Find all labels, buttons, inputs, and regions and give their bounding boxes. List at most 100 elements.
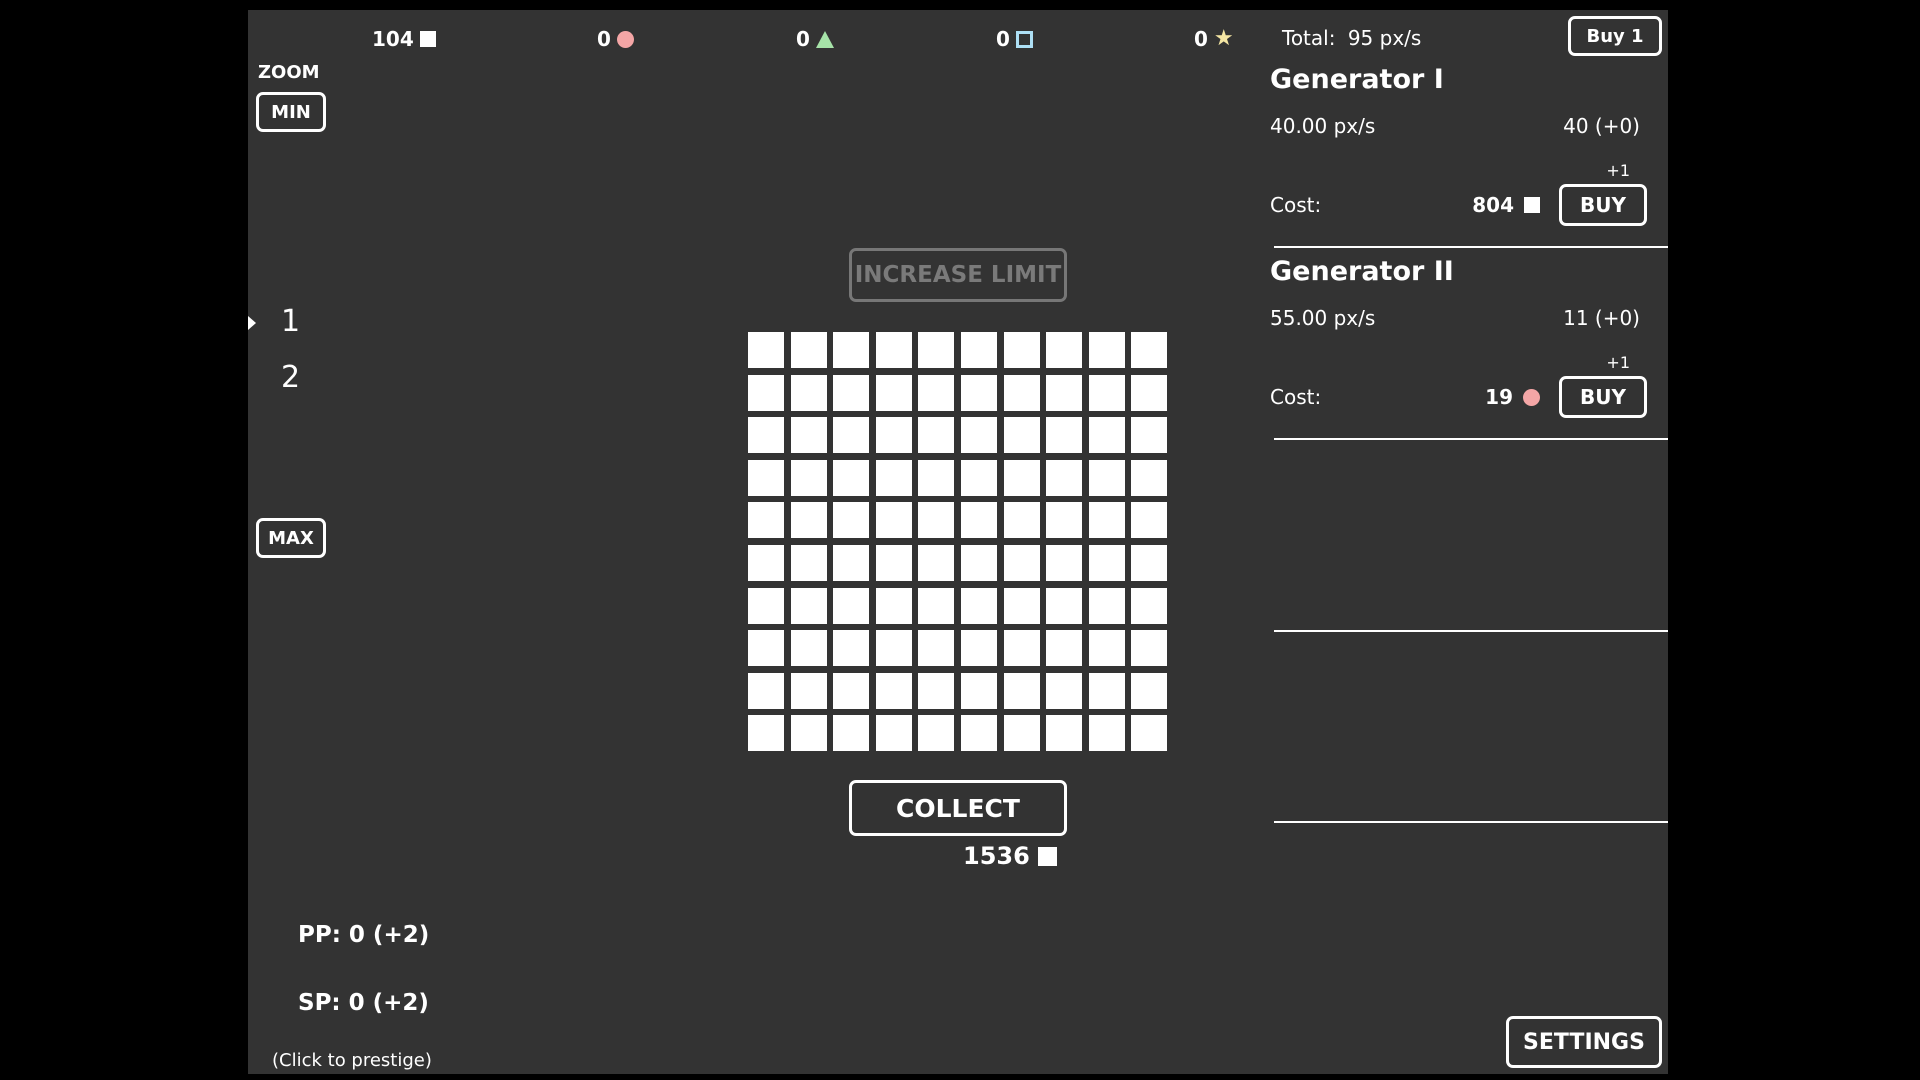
- grid-pixel: [833, 672, 870, 709]
- resource-value: 0: [796, 27, 810, 51]
- grid-pixel: [960, 374, 997, 411]
- grid-pixel: [1131, 715, 1168, 752]
- grid-pixel: [1046, 417, 1083, 454]
- grid-pixel: [1003, 587, 1040, 624]
- selected-layer-arrow-icon: [248, 316, 256, 330]
- grid-pixel: [748, 544, 784, 581]
- pixel-grid[interactable]: [748, 332, 1168, 752]
- grid-pixel: [790, 417, 827, 454]
- generator-1-buy-button[interactable]: BUY: [1559, 184, 1647, 226]
- grid-pixel: [918, 672, 955, 709]
- zoom-max-button[interactable]: MAX: [256, 518, 326, 558]
- grid-pixel: [790, 374, 827, 411]
- grid-pixel: [875, 587, 912, 624]
- grid-pixel: [833, 374, 870, 411]
- grid-pixel: [918, 459, 955, 496]
- pink-circle-icon: [616, 30, 634, 48]
- generator-1-rate: 40.00 px/s: [1270, 114, 1376, 138]
- buy-mode-button[interactable]: Buy 1: [1568, 16, 1662, 56]
- grid-pixel: [1088, 672, 1125, 709]
- white-square-icon: [419, 31, 436, 47]
- grid-pixel: [833, 459, 870, 496]
- grid-pixel: [1131, 417, 1168, 454]
- grid-pixel: [748, 417, 784, 454]
- total-rate: Total: 95 px/s: [1282, 26, 1421, 50]
- resource-value: 104: [372, 27, 414, 51]
- grid-pixel: [875, 715, 912, 752]
- grid-pixel: [960, 672, 997, 709]
- grid-pixel: [960, 544, 997, 581]
- resource-value: 0: [1194, 27, 1208, 51]
- resource-value: 0: [597, 27, 611, 51]
- increase-limit-button[interactable]: INCREASE LIMIT: [849, 248, 1067, 302]
- zoom-layer-1[interactable]: 1: [281, 304, 300, 339]
- generator-1-title: Generator I: [1270, 64, 1444, 95]
- zoom-min-button[interactable]: MIN: [256, 92, 326, 132]
- zoom-layer-2[interactable]: 2: [281, 360, 300, 395]
- grid-pixel: [918, 630, 955, 667]
- grid-pixel: [790, 459, 827, 496]
- generator-1-increment: +1: [1606, 161, 1630, 180]
- blue-outline-square-icon: [1015, 30, 1033, 48]
- grid-pixel: [875, 672, 912, 709]
- grid-pixel: [960, 715, 997, 752]
- white-square-icon: [1037, 846, 1057, 866]
- grid-pixel: [1046, 544, 1083, 581]
- grid-pixel: [918, 332, 955, 368]
- grid-pixel: [1131, 459, 1168, 496]
- settings-button[interactable]: SETTINGS: [1506, 1016, 1662, 1068]
- grid-pixel: [1131, 332, 1168, 368]
- grid-pixel: [1131, 630, 1168, 667]
- generator-1-cost-value: 804: [1472, 193, 1514, 217]
- resource-pink-circles: 0: [597, 24, 634, 54]
- collect-button[interactable]: COLLECT: [849, 780, 1067, 836]
- yellow-star-icon: ★: [1213, 26, 1234, 51]
- grid-pixel: [790, 715, 827, 752]
- grid-pixel: [1088, 332, 1125, 368]
- generator-2-title: Generator II: [1270, 256, 1454, 287]
- grid-pixel: [1088, 630, 1125, 667]
- prestige-hint[interactable]: (Click to prestige): [272, 1050, 432, 1071]
- grid-pixel: [748, 459, 784, 496]
- grid-pixel: [748, 587, 784, 624]
- grid-pixel: [1131, 502, 1168, 539]
- generator-divider: [1274, 438, 1668, 440]
- grid-pixel: [1131, 374, 1168, 411]
- prestige-points[interactable]: PP: 0 (+2): [298, 922, 429, 948]
- grid-pixel: [875, 332, 912, 368]
- grid-pixel: [960, 417, 997, 454]
- grid-pixel: [1046, 587, 1083, 624]
- grid-pixel: [875, 374, 912, 411]
- grid-pixel: [790, 587, 827, 624]
- generator-divider: [1274, 821, 1668, 823]
- grid-pixel: [833, 417, 870, 454]
- grid-pixel: [790, 672, 827, 709]
- grid-pixel: [1046, 672, 1083, 709]
- grid-pixel: [790, 502, 827, 539]
- generator-divider: [1274, 630, 1668, 632]
- grid-pixel: [1131, 587, 1168, 624]
- grid-pixel: [1003, 332, 1040, 368]
- grid-pixel: [1088, 715, 1125, 752]
- super-prestige-points[interactable]: SP: 0 (+2): [298, 990, 429, 1016]
- generator-2-buy-button[interactable]: BUY: [1559, 376, 1647, 418]
- resource-green-triangles: 0: [796, 24, 834, 54]
- white-square-icon: [1524, 197, 1540, 213]
- grid-pixel: [1046, 374, 1083, 411]
- grid-pixel: [833, 630, 870, 667]
- generator-2-rate: 55.00 px/s: [1270, 306, 1376, 330]
- grid-pixel: [960, 587, 997, 624]
- grid-pixel: [1088, 459, 1125, 496]
- grid-pixel: [1088, 587, 1125, 624]
- grid-pixel: [1003, 417, 1040, 454]
- grid-pixel: [790, 544, 827, 581]
- grid-pixel: [918, 417, 955, 454]
- grid-pixel: [1003, 715, 1040, 752]
- generator-2-cost-label: Cost:: [1270, 385, 1322, 409]
- grid-pixel: [960, 502, 997, 539]
- grid-pixel: [748, 630, 784, 667]
- grid-pixel: [748, 332, 784, 368]
- grid-pixel: [748, 715, 784, 752]
- grid-pixel: [1003, 672, 1040, 709]
- grid-pixel: [875, 502, 912, 539]
